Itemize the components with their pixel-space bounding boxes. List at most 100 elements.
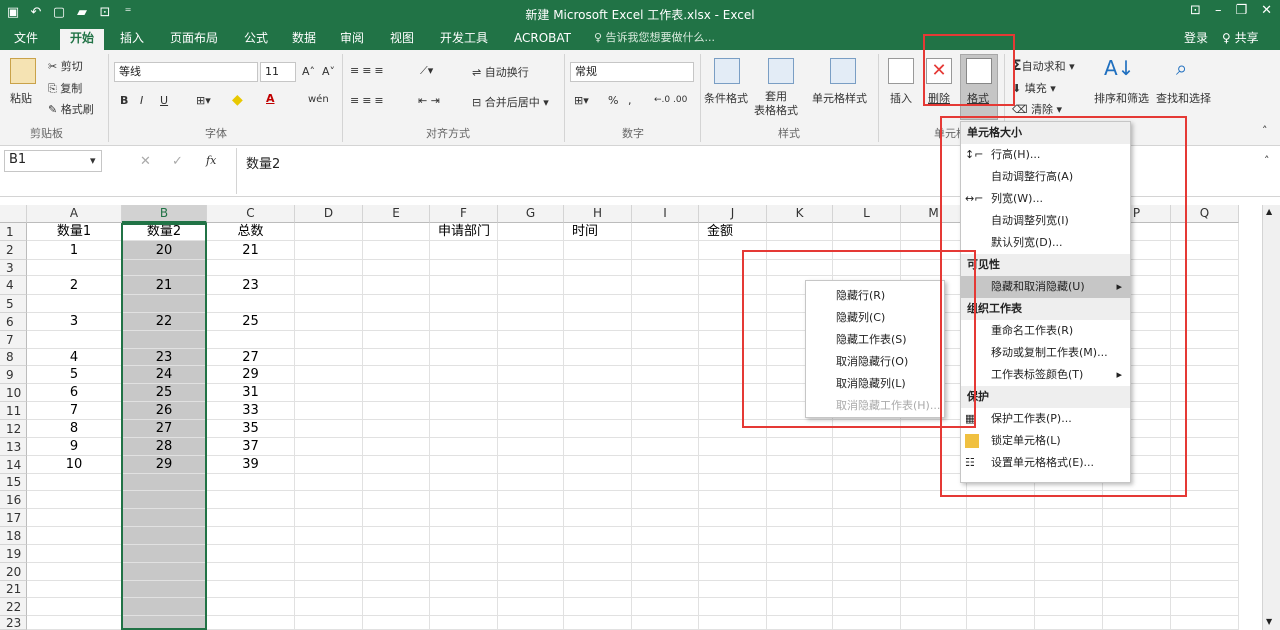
cell-b19[interactable]	[122, 545, 207, 563]
cell-e16[interactable]	[363, 491, 430, 509]
cell-j15[interactable]	[699, 474, 767, 491]
cell-b15[interactable]	[122, 474, 207, 491]
cell-f21[interactable]	[430, 581, 498, 598]
cell-c2[interactable]: 21	[207, 241, 295, 260]
cell-d8[interactable]	[295, 349, 363, 366]
cell-a3[interactable]	[27, 260, 122, 276]
find-select-button[interactable]: 查找和选择	[1156, 90, 1211, 106]
tab-data[interactable]: 数据	[292, 30, 316, 50]
cell-h3[interactable]	[564, 260, 632, 276]
cell-p17[interactable]	[1103, 509, 1171, 527]
cell-c17[interactable]	[207, 509, 295, 527]
tell-me-input[interactable]: ♀ 告诉我您想要做什么...	[594, 30, 715, 50]
cell-l23[interactable]	[833, 616, 901, 630]
row-header-17[interactable]: 17	[0, 509, 27, 527]
cell-g5[interactable]	[498, 295, 564, 313]
sort-filter-button[interactable]: 排序和筛选	[1094, 90, 1149, 106]
cell-c5[interactable]	[207, 295, 295, 313]
cell-f10[interactable]	[430, 384, 498, 402]
cell-e4[interactable]	[363, 276, 430, 295]
cell-i13[interactable]	[632, 438, 699, 456]
cell-l21[interactable]	[833, 581, 901, 598]
share-button[interactable]: ♀ 共享	[1222, 30, 1259, 50]
cell-g12[interactable]	[498, 420, 564, 438]
cell-l13[interactable]	[833, 438, 901, 456]
cell-b11[interactable]: 26	[122, 402, 207, 420]
cell-c23[interactable]	[207, 616, 295, 630]
tab-view[interactable]: 视图	[390, 30, 414, 50]
cell-f5[interactable]	[430, 295, 498, 313]
row-header-7[interactable]: 7	[0, 331, 27, 349]
row-header-19[interactable]: 19	[0, 545, 27, 563]
format-painter-button[interactable]: ✎ 格式刷	[48, 101, 94, 117]
cell-i17[interactable]	[632, 509, 699, 527]
italic-button[interactable]: I	[140, 94, 143, 107]
cell-b8[interactable]: 23	[122, 349, 207, 366]
cell-h2[interactable]	[564, 241, 632, 260]
row-header-22[interactable]: 22	[0, 598, 27, 616]
number-format-select[interactable]: 常规	[570, 62, 694, 82]
row-header-23[interactable]: 23	[0, 616, 27, 630]
cell-k13[interactable]	[767, 438, 833, 456]
cell-d7[interactable]	[295, 331, 363, 349]
grow-font-button[interactable]: A˄	[302, 65, 315, 78]
cell-i11[interactable]	[632, 402, 699, 420]
cell-d5[interactable]	[295, 295, 363, 313]
column-header-k[interactable]: K	[767, 205, 833, 223]
cell-g13[interactable]	[498, 438, 564, 456]
row-header-9[interactable]: 9	[0, 366, 27, 384]
cell-o21[interactable]	[1035, 581, 1103, 598]
cell-a7[interactable]	[27, 331, 122, 349]
cell-a21[interactable]	[27, 581, 122, 598]
cell-l1[interactable]	[833, 223, 901, 241]
cell-g16[interactable]	[498, 491, 564, 509]
cell-p18[interactable]	[1103, 527, 1171, 545]
insert-cells-button[interactable]: 插入	[890, 90, 912, 106]
cell-g14[interactable]	[498, 456, 564, 474]
accounting-format-button[interactable]: ⊞▾	[574, 94, 589, 107]
font-name-select[interactable]: 等线	[114, 62, 258, 82]
fill-color-button[interactable]: ◆	[232, 92, 243, 108]
cell-g22[interactable]	[498, 598, 564, 616]
cell-d23[interactable]	[295, 616, 363, 630]
cancel-entry-icon[interactable]: ✕	[140, 154, 151, 169]
cell-k19[interactable]	[767, 545, 833, 563]
column-header-i[interactable]: I	[632, 205, 699, 223]
column-header-a[interactable]: A	[27, 205, 122, 223]
cell-c22[interactable]	[207, 598, 295, 616]
cell-l14[interactable]	[833, 456, 901, 474]
cell-i10[interactable]	[632, 384, 699, 402]
cell-f23[interactable]	[430, 616, 498, 630]
cell-i8[interactable]	[632, 349, 699, 366]
cell-g15[interactable]	[498, 474, 564, 491]
row-header-8[interactable]: 8	[0, 349, 27, 366]
cell-d11[interactable]	[295, 402, 363, 420]
cell-d15[interactable]	[295, 474, 363, 491]
cell-a10[interactable]: 6	[27, 384, 122, 402]
cell-b5[interactable]	[122, 295, 207, 313]
cell-f22[interactable]	[430, 598, 498, 616]
clear-button[interactable]: ⌫ 清除 ▾	[1012, 101, 1062, 117]
cell-f9[interactable]	[430, 366, 498, 384]
cell-f4[interactable]	[430, 276, 498, 295]
cell-m18[interactable]	[901, 527, 967, 545]
cell-c4[interactable]: 23	[207, 276, 295, 295]
cell-f12[interactable]	[430, 420, 498, 438]
cell-g3[interactable]	[498, 260, 564, 276]
row-header-15[interactable]: 15	[0, 474, 27, 491]
cell-f16[interactable]	[430, 491, 498, 509]
cell-k16[interactable]	[767, 491, 833, 509]
shrink-font-button[interactable]: A˅	[322, 65, 335, 78]
cell-i16[interactable]	[632, 491, 699, 509]
cell-q23[interactable]	[1171, 616, 1239, 630]
cell-q21[interactable]	[1171, 581, 1239, 598]
collapse-ribbon-icon[interactable]: ˄	[1262, 124, 1268, 137]
increase-decimal-button[interactable]: ←.0 .00	[654, 95, 687, 105]
cell-d14[interactable]	[295, 456, 363, 474]
cell-a5[interactable]	[27, 295, 122, 313]
cell-b21[interactable]	[122, 581, 207, 598]
cell-e1[interactable]	[363, 223, 430, 241]
cell-g10[interactable]	[498, 384, 564, 402]
cell-e5[interactable]	[363, 295, 430, 313]
cell-g7[interactable]	[498, 331, 564, 349]
